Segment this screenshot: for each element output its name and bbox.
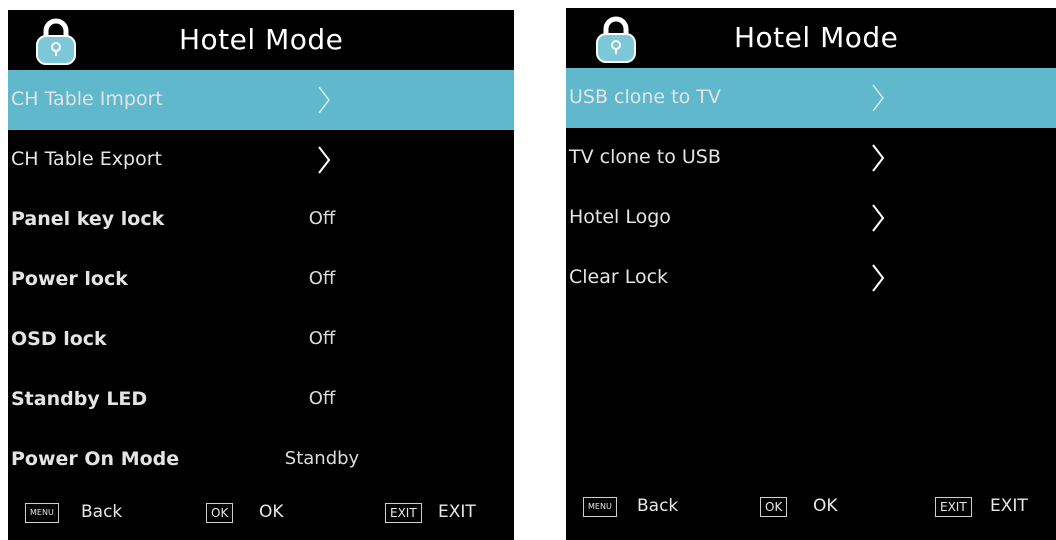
menu-item-label: OSD lock bbox=[11, 328, 107, 350]
ok-key-badge[interactable]: OK bbox=[206, 503, 234, 523]
menu-item-label: CH Table Import bbox=[11, 88, 163, 110]
chevron-right-icon bbox=[872, 264, 885, 292]
menu-item-label: Power lock bbox=[11, 268, 128, 290]
page-title: Hotel Mode bbox=[734, 21, 899, 54]
menu-item-tv-clone-to-usb[interactable]: TV clone to USB bbox=[566, 128, 1056, 188]
menu-item-value: Off bbox=[308, 388, 336, 409]
menu-item-label: Panel key lock bbox=[11, 208, 165, 230]
menu-key-badge[interactable]: MENU bbox=[583, 497, 617, 517]
exit-key-badge[interactable]: EXIT bbox=[385, 503, 422, 523]
menu-key-badge[interactable]: MENU bbox=[25, 503, 59, 523]
menu-item-label: USB clone to TV bbox=[569, 86, 721, 108]
menu-item-hotel-logo[interactable]: Hotel Logo bbox=[566, 188, 1056, 248]
menu-item-value: Off bbox=[308, 208, 336, 229]
menu-item-osd-lock[interactable]: OSD lock Off bbox=[8, 310, 514, 370]
ok-key-badge[interactable]: OK bbox=[760, 497, 788, 517]
chevron-right-icon bbox=[318, 146, 331, 174]
hotel-mode-panel-main: Hotel Mode CH Table Import CH Table Expo… bbox=[8, 10, 514, 540]
exit-hint-label: EXIT bbox=[438, 502, 476, 522]
menu-item-label: CH Table Export bbox=[11, 148, 162, 170]
panel-header: Hotel Mode bbox=[566, 8, 1056, 70]
footer-key-hints: MENU Back OK OK EXIT EXIT bbox=[566, 492, 1056, 522]
lock-icon bbox=[36, 18, 76, 65]
menu-item-ch-table-export[interactable]: CH Table Export bbox=[8, 130, 514, 190]
hotel-mode-panel-clone: Hotel Mode USB clone to TV TV clone to U… bbox=[566, 8, 1056, 540]
footer-key-hints: MENU Back OK OK EXIT EXIT bbox=[8, 498, 514, 528]
menu-item-value: Standby bbox=[284, 448, 360, 469]
menu-item-value: Off bbox=[308, 328, 336, 349]
ok-hint-label: OK bbox=[813, 496, 838, 516]
ok-hint-label: OK bbox=[259, 502, 284, 522]
page-title: Hotel Mode bbox=[179, 23, 344, 56]
back-hint-label: Back bbox=[81, 502, 123, 522]
exit-hint-label: EXIT bbox=[990, 496, 1028, 516]
menu-item-power-lock[interactable]: Power lock Off bbox=[8, 250, 514, 310]
menu-item-label: TV clone to USB bbox=[569, 146, 721, 168]
panel-header: Hotel Mode bbox=[8, 10, 514, 72]
menu-item-label: Power On Mode bbox=[11, 448, 180, 470]
back-hint-label: Back bbox=[637, 496, 679, 516]
menu-item-clear-lock[interactable]: Clear Lock bbox=[566, 248, 1056, 308]
chevron-right-icon bbox=[318, 86, 330, 114]
menu-item-ch-table-import[interactable]: CH Table Import bbox=[8, 70, 514, 130]
chevron-right-icon bbox=[872, 144, 885, 172]
menu-item-panel-key-lock[interactable]: Panel key lock Off bbox=[8, 190, 514, 250]
chevron-right-icon bbox=[872, 204, 885, 232]
menu-item-label: Standby LED bbox=[11, 388, 148, 410]
menu-item-standby-led[interactable]: Standby LED Off bbox=[8, 370, 514, 430]
menu-item-label: Hotel Logo bbox=[569, 206, 671, 228]
settings-menu: USB clone to TV TV clone to USB Hotel Lo… bbox=[566, 68, 1056, 308]
menu-item-power-on-mode[interactable]: Power On Mode Standby bbox=[8, 430, 514, 490]
lock-icon bbox=[596, 16, 636, 63]
menu-item-usb-clone-to-tv[interactable]: USB clone to TV bbox=[566, 68, 1056, 128]
chevron-right-icon bbox=[872, 84, 884, 112]
menu-item-label: Clear Lock bbox=[569, 266, 669, 288]
menu-item-value: Off bbox=[308, 268, 336, 289]
settings-menu: CH Table Import CH Table Export Panel ke… bbox=[8, 70, 514, 490]
exit-key-badge[interactable]: EXIT bbox=[935, 497, 972, 517]
